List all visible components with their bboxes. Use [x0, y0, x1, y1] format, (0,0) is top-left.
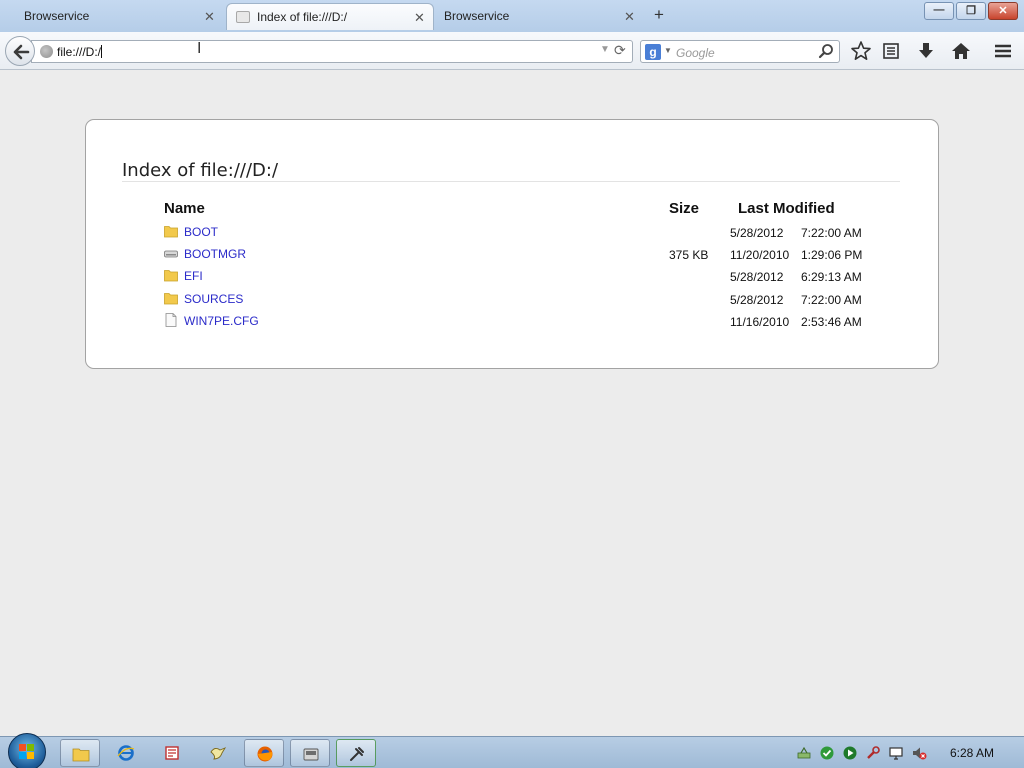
file-link[interactable]: BOOT [184, 225, 218, 239]
system-clock[interactable]: 6:28 AM [950, 746, 994, 760]
taskbar-explorer[interactable] [60, 739, 100, 767]
firefox-icon [257, 746, 273, 762]
tool-tray-icon[interactable] [865, 745, 881, 761]
folder-icon [164, 293, 178, 305]
explorer-icon [72, 748, 90, 762]
column-header-name[interactable]: Name [164, 200, 205, 217]
file-link[interactable]: BOOTMGR [184, 247, 246, 261]
taskbar-bird-app[interactable] [198, 739, 238, 767]
tool-icon [350, 747, 364, 761]
file-row: SOURCES 5/28/2012 7:22:00 AM [164, 291, 884, 311]
close-window-button[interactable]: ✕ [988, 2, 1018, 20]
reload-icon[interactable]: ⟳ [614, 42, 626, 59]
file-row: EFI 5/28/2012 6:29:13 AM [164, 268, 884, 288]
security-tray-icon[interactable] [819, 745, 835, 761]
taskbar-internet-explorer[interactable] [106, 739, 146, 767]
file-date: 5/28/2012 [730, 270, 784, 284]
network-tray-icon[interactable] [796, 745, 812, 761]
mouse-cursor-ibeam: I [197, 40, 202, 57]
file-icon [165, 313, 177, 327]
file-link[interactable]: WIN7PE.CFG [184, 314, 259, 328]
file-date: 11/16/2010 [730, 315, 790, 329]
page-title: Index of file:///D:/ [122, 160, 279, 181]
tab-browservice-2[interactable]: Browservice ✕ [420, 3, 642, 30]
tab-close-icon[interactable]: ✕ [624, 9, 635, 25]
volume-muted-tray-icon[interactable] [911, 745, 927, 761]
directory-listing-card: Index of file:///D:/ Name Size Last Modi… [85, 119, 939, 369]
taskbar-app[interactable] [152, 739, 192, 767]
site-identity-icon[interactable] [40, 45, 53, 58]
disk-icon [303, 748, 319, 761]
back-arrow-icon [13, 44, 30, 60]
internet-explorer-icon [117, 745, 135, 761]
file-row: WIN7PE.CFG 11/16/2010 2:53:46 AM [164, 313, 884, 333]
search-icon[interactable] [818, 43, 834, 59]
media-play-tray-icon[interactable] [842, 745, 858, 761]
file-time: 7:22:00 AM [801, 226, 862, 240]
file-size: 375 KB [669, 248, 709, 262]
file-link[interactable]: SOURCES [184, 292, 243, 306]
navigation-toolbar: file:///D:/ ▼ ⟳ g ▼ Google [0, 32, 1024, 70]
drive-file-icon [164, 250, 178, 258]
minimize-icon: — [933, 4, 945, 16]
tab-label: Browservice [24, 9, 90, 23]
home-icon[interactable] [950, 40, 972, 62]
taskbar-firefox[interactable] [244, 739, 284, 767]
window-controls: — ❐ ✕ [922, 2, 1018, 20]
file-time: 6:29:13 AM [801, 270, 862, 284]
maximize-icon: ❐ [966, 5, 976, 17]
history-dropdown-icon[interactable]: ▼ [600, 44, 610, 55]
tab-strip: Browservice ✕ Index of file:///D:/ ✕ Bro… [0, 0, 1024, 32]
new-tab-button[interactable]: + [654, 5, 664, 25]
bird-icon [210, 747, 227, 760]
menu-icon[interactable] [992, 40, 1014, 62]
start-button[interactable] [8, 733, 46, 768]
back-button[interactable] [5, 36, 35, 66]
file-date: 5/28/2012 [730, 293, 784, 307]
column-header-size[interactable]: Size [669, 200, 699, 217]
downloads-icon[interactable] [915, 40, 937, 62]
address-bar-text: file:///D:/ [57, 45, 103, 59]
google-engine-icon[interactable]: g [645, 44, 661, 60]
close-icon: ✕ [998, 5, 1008, 17]
folder-icon [164, 270, 178, 282]
file-date: 5/28/2012 [730, 226, 784, 240]
taskbar-disk-utility[interactable] [290, 739, 330, 767]
tab-browservice-1[interactable]: Browservice ✕ [0, 3, 222, 30]
text-caret [101, 45, 103, 58]
file-time: 1:29:06 PM [801, 248, 863, 262]
page-favicon-icon [236, 11, 250, 23]
tab-close-icon[interactable]: ✕ [204, 9, 215, 25]
engine-dropdown-icon[interactable]: ▼ [664, 46, 672, 55]
file-link[interactable]: EFI [184, 269, 203, 283]
bookmark-star-icon[interactable] [850, 40, 872, 62]
file-time: 2:53:46 AM [801, 315, 862, 329]
file-row: BOOTMGR 375 KB 11/20/2010 1:29:06 PM [164, 246, 884, 266]
bookmarks-menu-icon[interactable] [880, 40, 902, 62]
address-bar[interactable]: file:///D:/ ▼ ⟳ [31, 40, 633, 63]
file-date: 11/20/2010 [730, 248, 790, 262]
maximize-button[interactable]: ❐ [956, 2, 986, 20]
file-time: 7:22:00 AM [801, 293, 862, 307]
search-placeholder: Google [676, 46, 715, 60]
column-header-last-modified[interactable]: Last Modified [738, 200, 835, 217]
taskbar-tool[interactable] [336, 739, 376, 767]
app-icon [165, 746, 179, 760]
tab-label: Index of file:///D:/ [257, 10, 348, 24]
windows-logo-icon [19, 744, 35, 760]
monitor-tray-icon[interactable] [888, 745, 904, 761]
folder-icon [164, 226, 178, 238]
search-bar[interactable]: g ▼ Google [640, 40, 840, 63]
tab-label: Browservice [444, 9, 510, 23]
tab-index-of-d[interactable]: Index of file:///D:/ ✕ [226, 3, 434, 30]
minimize-button[interactable]: — [924, 2, 954, 20]
file-row: BOOT 5/28/2012 7:22:00 AM [164, 224, 884, 244]
url-value: file:///D:/ [57, 45, 102, 59]
title-divider [122, 181, 900, 182]
taskbar: 6:28 AM [0, 733, 1024, 768]
